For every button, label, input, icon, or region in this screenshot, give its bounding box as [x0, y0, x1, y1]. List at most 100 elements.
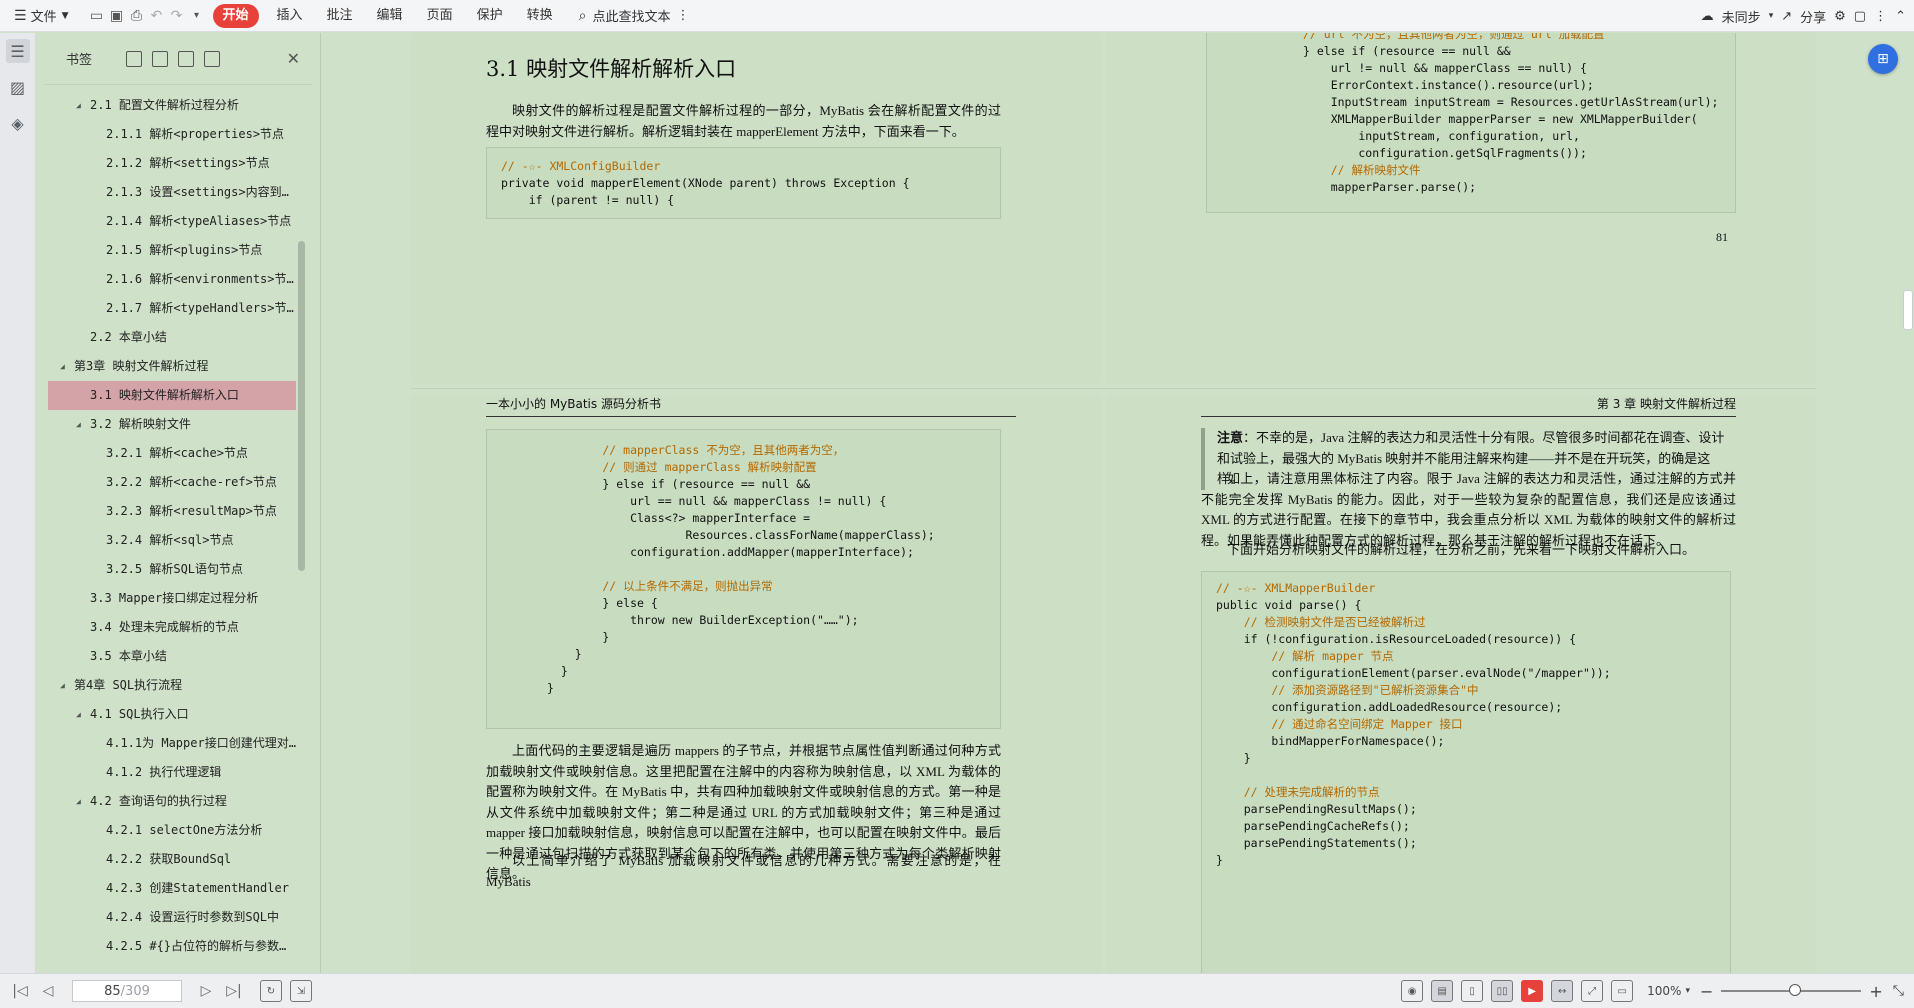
sync-status[interactable]: 未同步: [1722, 7, 1761, 26]
menu-tab-protect[interactable]: 保护: [465, 4, 515, 28]
document-view[interactable]: 3.1 映射文件解析解析入口 映射文件的解析过程是配置文件解析过程的一部分，My…: [321, 33, 1914, 973]
bookmark-item[interactable]: 2.1.4 解析<typeAliases>节点: [48, 207, 296, 236]
bookmark-item[interactable]: ◢ 2.1 配置文件解析过程分析: [48, 91, 296, 120]
open-folder-icon[interactable]: ▭: [87, 4, 107, 28]
menu-tab-annotate[interactable]: 批注: [315, 4, 365, 28]
bookmark-item[interactable]: 2.1.1 解析<properties>节点: [48, 120, 296, 149]
fit-width-icon[interactable]: ↔: [1551, 980, 1574, 1002]
zoom-in-icon[interactable]: +: [1869, 982, 1882, 1001]
bookmark-item-label: 2.1.2 解析<settings>节点: [106, 156, 270, 170]
share-icon[interactable]: ↗: [1781, 9, 1792, 24]
last-page-icon[interactable]: ▷|: [220, 983, 248, 999]
bookmark-options-icon[interactable]: [204, 50, 220, 67]
note-label: 注意: [1217, 430, 1244, 445]
share-button[interactable]: 分享: [1800, 7, 1826, 26]
bookmark-scroll-thumb[interactable]: [298, 241, 305, 571]
continuous-page-icon[interactable]: ▤: [1431, 980, 1454, 1002]
bookmark-item[interactable]: 3.2.2 解析<cache-ref>节点: [48, 468, 296, 497]
expand-triangle-icon[interactable]: ◢: [76, 91, 81, 120]
bookmark-item[interactable]: ◢ 3.2 解析映射文件: [48, 410, 296, 439]
print-icon[interactable]: ⎙: [127, 4, 147, 28]
tag-icon[interactable]: ◈: [6, 111, 30, 135]
expand-triangle-icon[interactable]: ◢: [76, 410, 81, 439]
menu-tab-convert[interactable]: 转换: [515, 4, 565, 28]
single-page-icon[interactable]: ▯: [1461, 980, 1484, 1002]
zoom-slider-knob[interactable]: [1789, 984, 1802, 996]
export-icon[interactable]: ⇲: [290, 980, 312, 1002]
bookmark-item[interactable]: ◢ 第4章 SQL执行流程: [48, 671, 296, 700]
two-page-icon[interactable]: ▯▯: [1491, 980, 1514, 1002]
bookmark-item[interactable]: 2.1.3 设置<settings>内容到Co…: [48, 178, 296, 207]
eye-protection-icon[interactable]: ◉: [1401, 980, 1424, 1002]
floating-tool-icon[interactable]: ⊞: [1868, 44, 1898, 74]
bookmark-item[interactable]: 3.2.3 解析<resultMap>节点: [48, 497, 296, 526]
bookmark-item[interactable]: 3.2.5 解析SQL语句节点: [48, 555, 296, 584]
expand-all-icon[interactable]: [126, 50, 142, 67]
file-menu-button[interactable]: ☰ 文件 ▼: [10, 4, 73, 28]
bookmark-item[interactable]: ◢ 4.1 SQL执行入口: [48, 700, 296, 729]
collapse-up-icon[interactable]: ⌃: [1895, 9, 1906, 24]
thumbnail-image-icon[interactable]: ▨: [6, 75, 30, 99]
fullscreen-icon[interactable]: ⤡: [1893, 983, 1904, 999]
zoom-dropdown-icon[interactable]: ▾: [1685, 986, 1690, 996]
expand-triangle-icon[interactable]: ◢: [76, 787, 81, 816]
bookmark-item[interactable]: 4.2.4 设置运行时参数到SQL中: [48, 903, 296, 932]
expand-triangle-icon[interactable]: ◢: [60, 671, 65, 700]
collapse-all-icon[interactable]: [152, 50, 168, 67]
bookmark-item[interactable]: 4.2.3 创建StatementHandler: [48, 874, 296, 903]
settings-gear-icon[interactable]: ⚙: [1834, 9, 1846, 24]
bookmark-item[interactable]: ◢ 第3章 映射文件解析过程: [48, 352, 296, 381]
save-icon[interactable]: ▣: [107, 4, 127, 28]
zoom-out-icon[interactable]: −: [1700, 982, 1713, 1001]
expand-triangle-icon[interactable]: ◢: [76, 700, 81, 729]
bookmark-item[interactable]: 3.2.4 解析<sql>节点: [48, 526, 296, 555]
close-icon[interactable]: ✕: [287, 49, 300, 68]
fit-page-icon[interactable]: ⤢: [1581, 980, 1604, 1002]
redo-icon[interactable]: ↷: [167, 4, 187, 28]
add-bookmark-icon[interactable]: [178, 50, 194, 67]
file-menu-label: 文件: [30, 10, 57, 25]
play-icon[interactable]: ▶: [1521, 980, 1544, 1002]
bookmark-item[interactable]: 3.5 本章小结: [48, 642, 296, 671]
bookmark-item[interactable]: 4.2.2 获取BoundSql: [48, 845, 296, 874]
bookmark-item[interactable]: 2.1.6 解析<environments>节点: [48, 265, 296, 294]
bookmark-item[interactable]: 4.1.1为 Mapper接口创建代理对象: [48, 729, 296, 758]
search-box[interactable]: ⌕ 点此查找文本 ⋮: [579, 6, 690, 26]
undo-icon[interactable]: ↶: [147, 4, 167, 28]
bookmark-panel-icon[interactable]: ☰: [5, 39, 30, 63]
previous-page-icon[interactable]: ◁: [34, 983, 62, 999]
cloud-sync-icon[interactable]: ☁: [1701, 9, 1714, 24]
expand-triangle-icon[interactable]: ◢: [60, 352, 65, 381]
more-quick-tools-icon[interactable]: ▾: [187, 4, 207, 28]
bookmark-item[interactable]: 3.4 处理未完成解析的节点: [48, 613, 296, 642]
bookmark-item[interactable]: 4.1.2 执行代理逻辑: [48, 758, 296, 787]
code-block-3: // -☆- XMLMapperBuilder public void parse…: [1201, 571, 1731, 973]
bookmark-item[interactable]: 2.2 本章小结: [48, 323, 296, 352]
menu-tab-edit[interactable]: 编辑: [365, 4, 415, 28]
bookmark-item[interactable]: 2.1.7 解析<typeHandlers>节点: [48, 294, 296, 323]
page-number-input[interactable]: 85/309: [72, 980, 182, 1002]
zoom-level[interactable]: 100%: [1647, 984, 1681, 998]
menu-tab-insert[interactable]: 插入: [265, 4, 315, 28]
more-vertical-icon[interactable]: ⋮: [676, 8, 689, 23]
bookmark-item[interactable]: 3.1 映射文件解析解析入口: [48, 381, 296, 410]
bookmark-item[interactable]: 3.3 Mapper接口绑定过程分析: [48, 584, 296, 613]
comment-icon[interactable]: ▢: [1854, 9, 1866, 24]
menu-tab-home[interactable]: 开始: [212, 3, 259, 28]
bookmark-item[interactable]: ◢ 4.2 查询语句的执行过程: [48, 787, 296, 816]
bookmark-item[interactable]: 2.1.5 解析<plugins>节点: [48, 236, 296, 265]
bookmark-scrollbar[interactable]: [296, 91, 306, 996]
rotate-icon[interactable]: ↻: [260, 980, 282, 1002]
next-page-icon[interactable]: ▷: [192, 983, 220, 999]
zoom-slider[interactable]: [1721, 984, 1862, 996]
first-page-icon[interactable]: |◁: [6, 983, 34, 999]
actual-size-icon[interactable]: ▭: [1611, 980, 1634, 1002]
bookmark-item-label: 4.1 SQL执行入口: [90, 707, 189, 721]
more-icon[interactable]: ⋮: [1874, 9, 1887, 24]
bookmark-item[interactable]: 4.2.5 #{}占位符的解析与参数…: [48, 932, 296, 961]
document-scroll-thumb[interactable]: [1903, 290, 1913, 330]
bookmark-item[interactable]: 4.2.1 selectOne方法分析: [48, 816, 296, 845]
bookmark-item[interactable]: 3.2.1 解析<cache>节点: [48, 439, 296, 468]
bookmark-item[interactable]: 2.1.2 解析<settings>节点: [48, 149, 296, 178]
menu-tab-page[interactable]: 页面: [415, 4, 465, 28]
